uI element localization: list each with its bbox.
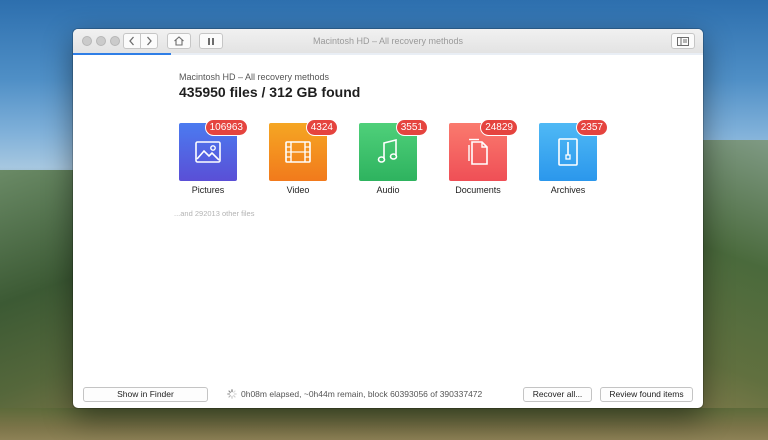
video-count-badge: 4324 <box>306 120 337 135</box>
spinner-icon <box>227 389 237 399</box>
picture-icon <box>195 141 221 163</box>
scan-progress-bar <box>73 53 703 55</box>
zoom-window-button[interactable] <box>110 36 120 46</box>
footer-bar: Show in Finder 0h08m elapsed, ~0h44m rem… <box>73 384 703 408</box>
category-video[interactable]: 4324 Video <box>253 120 343 203</box>
desktop-wallpaper-left <box>0 170 80 440</box>
titlebar: Macintosh HD – All recovery methods <box>73 29 703 54</box>
recover-all-button[interactable]: Recover all... <box>523 387 592 402</box>
archive-icon <box>558 138 578 166</box>
desktop-wallpaper-bottom <box>0 408 768 440</box>
film-icon <box>285 141 311 163</box>
scan-status: 0h08m elapsed, ~0h44m remain, block 6039… <box>227 389 482 399</box>
scan-progress-fill <box>73 53 171 55</box>
pictures-count-badge: 106963 <box>205 120 247 135</box>
page-title: 435950 files / 312 GB found <box>179 84 361 100</box>
other-files-link[interactable]: ...and 292013 other files <box>174 209 254 218</box>
audio-count-badge: 3551 <box>396 120 427 135</box>
sidebar-toggle-button[interactable] <box>671 33 695 49</box>
app-window: Macintosh HD – All recovery methods Maci… <box>73 29 703 408</box>
archives-count-badge: 2357 <box>576 120 607 135</box>
chevron-right-icon <box>147 36 152 46</box>
documents-count-badge: 24829 <box>481 120 517 135</box>
review-found-items-button[interactable]: Review found items <box>600 387 693 402</box>
scan-status-text: 0h08m elapsed, ~0h44m remain, block 6039… <box>241 389 483 399</box>
sidebar-icon <box>677 36 689 46</box>
category-audio[interactable]: 3551 Audio <box>343 120 433 203</box>
category-pictures[interactable]: 106963 Pictures <box>163 120 253 203</box>
pause-button[interactable] <box>199 33 223 49</box>
minimize-window-button[interactable] <box>96 36 106 46</box>
video-label: Video <box>286 185 310 195</box>
documents-icon <box>468 138 488 165</box>
show-in-finder-button[interactable]: Show in Finder <box>83 387 208 402</box>
home-icon <box>174 36 184 46</box>
desktop-wallpaper-right <box>698 140 768 440</box>
back-button[interactable] <box>123 33 141 49</box>
music-note-icon <box>377 139 398 163</box>
documents-label: Documents <box>455 185 501 195</box>
forward-button[interactable] <box>140 33 158 49</box>
category-archives[interactable]: 2357 Archives <box>523 120 613 203</box>
archives-label: Archives <box>550 185 586 195</box>
home-button[interactable] <box>167 33 191 49</box>
pictures-label: Pictures <box>191 185 225 195</box>
audio-label: Audio <box>376 185 400 195</box>
scan-source-label: Macintosh HD – All recovery methods <box>179 72 330 82</box>
chevron-left-icon <box>129 36 134 46</box>
close-window-button[interactable] <box>82 36 92 46</box>
category-documents[interactable]: 24829 Documents <box>433 120 523 203</box>
pause-icon <box>208 37 214 45</box>
